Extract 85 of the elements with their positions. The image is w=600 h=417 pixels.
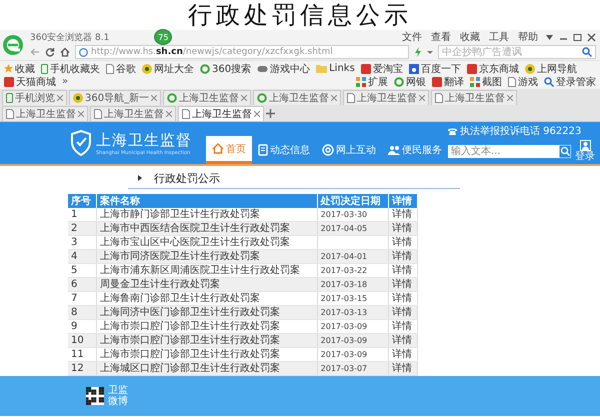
bookmark-link[interactable]: Links [316, 62, 355, 75]
bookmark-link[interactable]: 天猫商城 [4, 75, 56, 88]
browser-tab[interactable]: 上海卫生监督 [90, 106, 176, 121]
logo-title: 上海卫生监督 [96, 130, 192, 150]
case-name: 周曼金卫生计生行政处罚案 [100, 278, 220, 290]
menu-item[interactable]: 工具 [487, 30, 511, 44]
decision-date: 2017-03-09 [320, 336, 368, 344]
details-link[interactable]: 详情 [392, 348, 412, 360]
row-number: 7 [71, 292, 78, 304]
details-link[interactable]: 详情 [392, 236, 412, 248]
row-number: 8 [71, 306, 78, 318]
case-name: 上海市同济医院卫生计生行政处罚案 [100, 250, 260, 262]
toolbar-button[interactable]: 登录管家 [544, 75, 596, 88]
bookmark-link[interactable]: 百度一下 [408, 62, 461, 75]
browser-tab[interactable]: 手机浏览 [2, 90, 67, 105]
details-link[interactable]: 详情 [392, 320, 412, 332]
page-heading: 行政处罚信息公示 [188, 0, 412, 31]
row-number: 4 [71, 250, 78, 262]
details-link[interactable]: 详情 [392, 292, 412, 304]
bookmark-link[interactable]: 谷歌 [106, 62, 136, 75]
browser-tab[interactable]: 上海卫生监督 [253, 90, 342, 105]
toolbar-button[interactable]: 扩展 [356, 75, 388, 88]
case-name: 上海市中西医结合医院卫生计生行政处罚案 [100, 222, 290, 234]
case-name: 上海同济中医门诊部卫生计生行政处罚案 [100, 306, 280, 318]
decision-date: 2017-04-01 [320, 252, 368, 260]
row-number: 6 [71, 278, 78, 290]
details-link[interactable]: 详情 [392, 264, 412, 276]
bookmark-link[interactable]: 上网导航 [524, 62, 577, 75]
hotline-text: 执法举报投诉电话 962223 [460, 124, 582, 138]
browser-title: 360安全浏览器 8.1 [30, 32, 110, 44]
more-bookmarks-button[interactable]: » [62, 76, 68, 87]
toolbar-button[interactable]: 游戏 [508, 75, 538, 88]
details-link[interactable]: 详情 [392, 208, 412, 220]
bookmark-link[interactable]: 京东商城 [466, 62, 519, 75]
row-number: 5 [71, 264, 78, 276]
bookmark-link[interactable]: 网址大全 [142, 62, 194, 75]
case-name: 上海市宝山区中心医院卫生计生行政处罚案 [100, 236, 290, 248]
row-number: 9 [71, 320, 78, 332]
bookmark-link[interactable]: 游戏中心 [257, 62, 310, 75]
column-header: 处罚决定日期 [317, 194, 389, 208]
case-name: 上海市崇口腔门诊部卫生计生行政处罚案 [100, 320, 280, 332]
menu-item[interactable]: 帮助 [516, 30, 540, 44]
column-header: 案件名称 [96, 194, 318, 208]
column-header: 序号 [68, 194, 96, 208]
row-number: 3 [71, 236, 78, 248]
menu-item[interactable]: 查看 [429, 30, 453, 44]
bookmark-link[interactable]: 收藏 [4, 62, 35, 75]
row-number: 2 [71, 222, 78, 234]
decision-date: 2017-03-09 [320, 322, 368, 330]
toolbar-button[interactable]: 截图 [470, 75, 502, 88]
case-name: 上海鲁南门诊部卫生计生行政处罚案 [100, 292, 260, 304]
browser-tab[interactable]: 360导航_新一 [69, 90, 162, 105]
column-header: 详情 [388, 194, 418, 208]
browser-tab[interactable]: 上海卫生监督 [343, 90, 430, 105]
browser-tab[interactable]: 上海卫生监督 [178, 106, 264, 121]
decision-date: 2017-03-22 [320, 266, 368, 274]
search-field[interactable]: 输入文本... [448, 144, 571, 158]
toolbar-button[interactable]: 网银 [394, 75, 426, 88]
bookmark-link[interactable]: 360搜索 [200, 62, 252, 75]
decision-date: 2017-04-05 [320, 224, 368, 232]
case-name: 上海市崇口腔门诊部卫生计生行政处罚案 [100, 334, 280, 346]
case-name: 上海市浦东新区周浦医院卫生计生行政处罚案 [100, 264, 300, 276]
decision-date: 2017-03-15 [320, 294, 368, 302]
browser-tab[interactable]: 上海卫生监督 [2, 106, 88, 121]
decision-date: 2017-03-07 [320, 364, 368, 372]
case-name: 上海市静门诊部卫生计生行政处罚案 [100, 208, 260, 220]
decision-date: 2017-03-09 [320, 350, 368, 358]
row-number: 1 [71, 208, 78, 220]
decision-date: 2017-03-18 [320, 280, 368, 288]
toolbar-button[interactable]: 翻译 [432, 75, 464, 88]
decision-date: 2017-03-13 [320, 308, 368, 316]
row-number: 12 [71, 362, 84, 374]
decision-date: 2017-03-30 [320, 210, 368, 218]
row-number: 10 [71, 334, 84, 346]
section-title: 行政处罚公示 [154, 170, 220, 186]
row-number: 11 [71, 348, 84, 360]
case-name: 上海城区口腔门诊部卫生计生行政处罚案 [100, 362, 280, 374]
menu-item[interactable]: 文件 [400, 30, 424, 44]
browser-tab[interactable]: 上海卫生监督 [163, 90, 252, 105]
browser-tab[interactable]: 上海卫生监督 [431, 90, 518, 105]
bookmark-link[interactable]: 爱淘宝 [360, 62, 403, 75]
bookmark-link[interactable]: 手机收藏夹 [41, 62, 100, 75]
address-field[interactable]: http://www.hs.sh.cn/newwjs/category/xzcfxxgk.shtml [75, 45, 409, 59]
case-name: 上海市崇口腔门诊部卫生计生行政处罚案 [100, 348, 280, 360]
menu-item[interactable]: 收藏 [458, 30, 482, 44]
